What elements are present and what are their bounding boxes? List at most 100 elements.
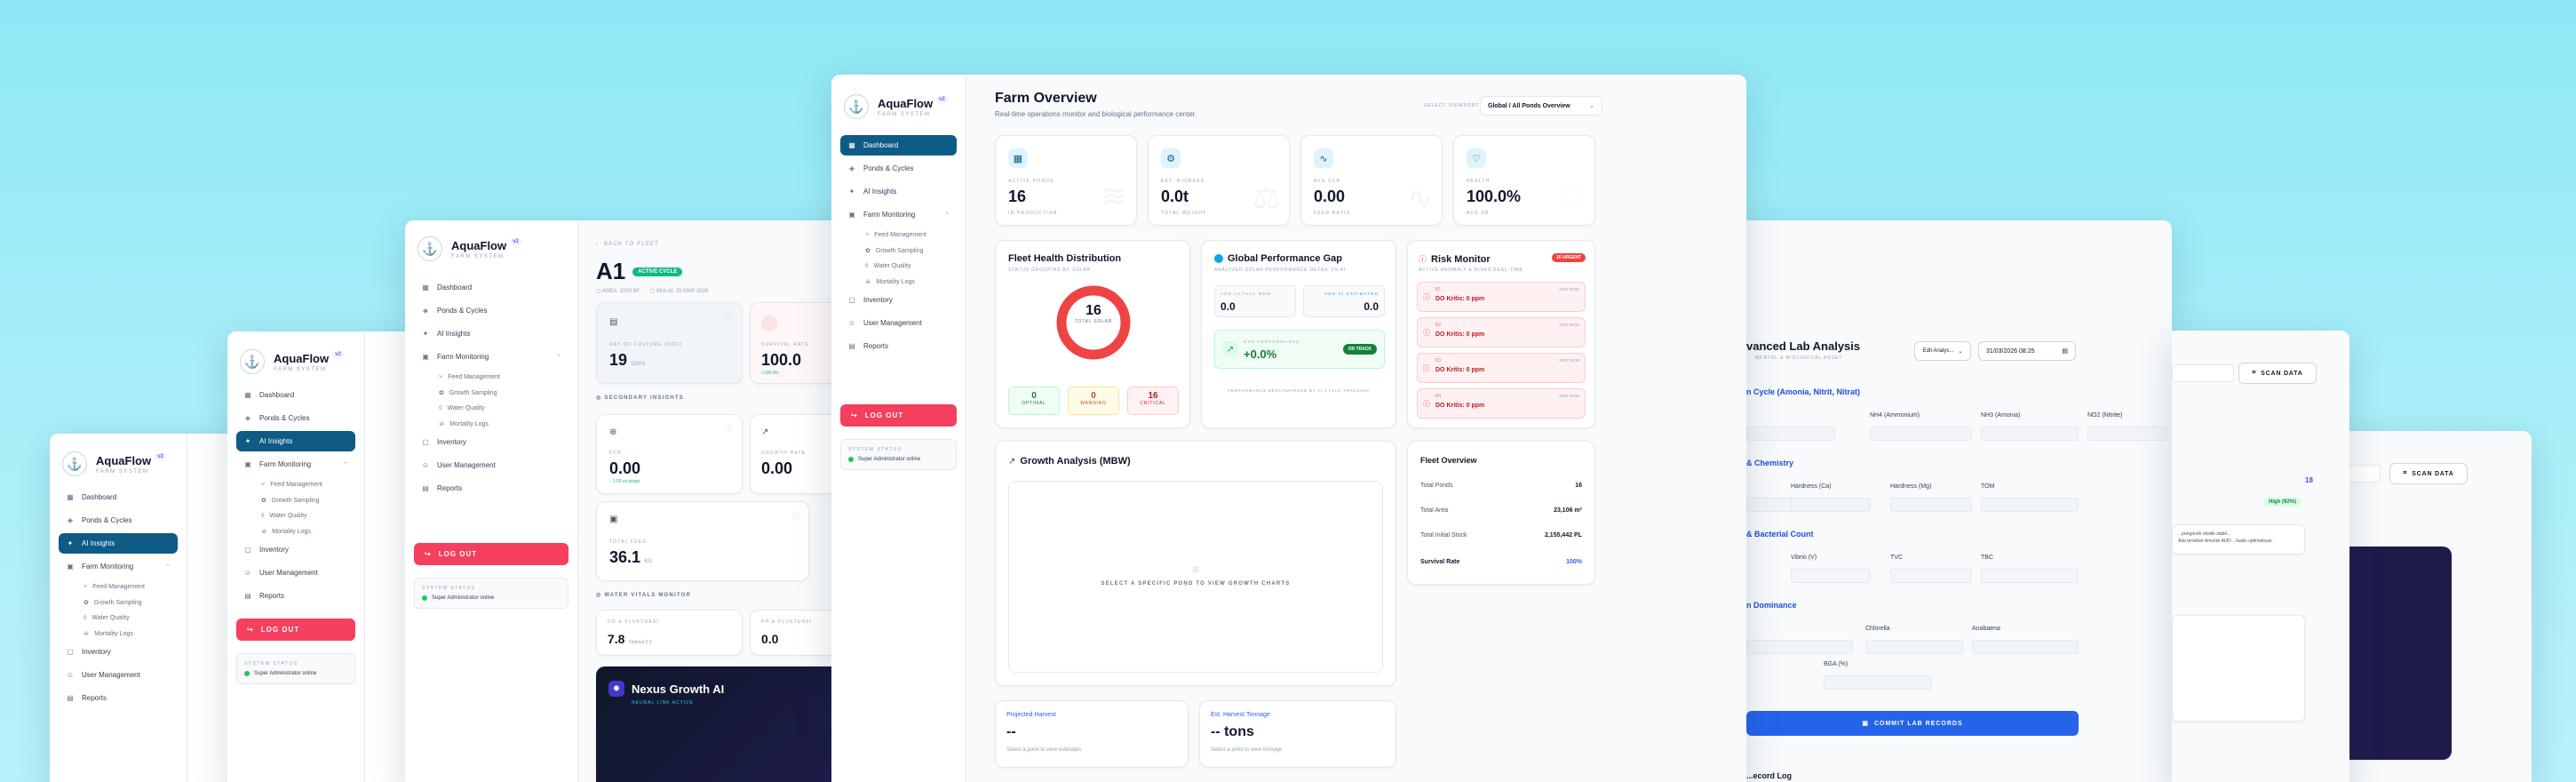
- logout-button[interactable]: ↪ LOG OUT: [414, 543, 568, 565]
- doc-card: ▤ ⓘ DAY OF CULTURE (DOC) 19 DAYS: [596, 302, 743, 384]
- online-dot-icon: [848, 457, 854, 462]
- tbc-input[interactable]: [1981, 569, 2079, 583]
- nav-growth[interactable]: ✿ Growth Sampling: [236, 492, 355, 508]
- select-field-mid[interactable]: [2172, 364, 2234, 382]
- nh3-input[interactable]: [1981, 427, 2079, 441]
- gap-ai: ADG AI ESTIMATED 0.0: [1303, 285, 1385, 317]
- nav-inventory[interactable]: ▢ Inventory: [59, 642, 178, 662]
- nav-farm-monitoring[interactable]: ▣ Farm Monitoring ⌃: [59, 556, 178, 577]
- hardness-mg-input[interactable]: [1890, 498, 1972, 512]
- nav-ai-insights[interactable]: ✦ AI Insights: [840, 181, 957, 202]
- nav-growth[interactable]: ✿ Growth Sampling: [59, 594, 178, 610]
- nav-users[interactable]: ☺ User Management: [414, 455, 568, 475]
- hardness-ca-input[interactable]: [1791, 498, 1871, 512]
- vibrio-input[interactable]: [1791, 569, 1871, 583]
- nav-mortality[interactable]: ☠ Mortality Logs: [414, 416, 568, 432]
- nav-water[interactable]: ◊ Water Quality: [414, 401, 568, 416]
- anabaena-input[interactable]: [1972, 640, 2079, 654]
- nav-water[interactable]: ◊ Water Quality: [59, 610, 178, 626]
- nav-reports[interactable]: ▤ Reports: [59, 688, 178, 708]
- risk-row[interactable]: ⓘ B1 DO Kritis: 0 ppm JUST NOW: [1417, 282, 1586, 312]
- sprout-icon: ✿: [865, 248, 871, 254]
- no2-input[interactable]: [2087, 427, 2167, 441]
- layers-icon: ◈: [244, 414, 251, 422]
- grid-icon: ▦: [67, 493, 74, 501]
- edit-analysis-select[interactable]: Edit Analys... ⌄: [1914, 341, 1971, 361]
- nav-farm-monitoring[interactable]: ▣ Farm Monitoring ⌃: [236, 454, 355, 475]
- logout-button[interactable]: ↪ LOG OUT: [840, 404, 957, 427]
- viewport-select[interactable]: Global / All Ponds Overview ⌄: [1480, 96, 1602, 116]
- nav-mortality[interactable]: ☠ Mortality Logs: [236, 523, 355, 539]
- nav-growth[interactable]: ✿ Growth Sampling: [414, 385, 568, 401]
- nav-users[interactable]: ☺ User Management: [59, 665, 178, 685]
- chlorella-label: Chlorella: [1865, 626, 1890, 632]
- nav-feed[interactable]: ⑂ Feed Management: [59, 579, 178, 594]
- back-to-fleet-link[interactable]: ‹ BACK TO FLEET: [596, 242, 659, 247]
- nav-mortality[interactable]: ☠ Mortality Logs: [840, 274, 957, 290]
- confidence-badge: High (92%): [2263, 498, 2302, 507]
- nav-ai-insights[interactable]: ✦ AI Insights: [59, 533, 178, 554]
- no2-label: NO2 (Nitrite): [2087, 412, 2123, 419]
- scan-data-button[interactable]: ⌗ SCAN DATA: [2389, 463, 2468, 484]
- nav-dashboard[interactable]: ▦ Dashboard: [59, 487, 178, 507]
- nav-ponds[interactable]: ◈ Ponds & Cycles: [414, 300, 568, 321]
- nav-reports[interactable]: ▤ Reports: [414, 478, 568, 499]
- monitor-icon: ▣: [422, 353, 429, 361]
- chlorella-input[interactable]: [1865, 640, 1963, 654]
- ai-empty-card: [2172, 615, 2305, 722]
- risk-row[interactable]: ⓘ B2 DO Kritis: 0 ppm JUST NOW: [1417, 317, 1586, 347]
- nav-ponds[interactable]: ◈ Ponds & Cycles: [236, 408, 355, 428]
- lab-field-3[interactable]: [1746, 640, 1853, 654]
- nh4-input[interactable]: [1870, 427, 1972, 441]
- scan-data-button-2[interactable]: ⌗ SCAN DATA: [2238, 363, 2317, 384]
- nav-water[interactable]: ◊ Water Quality: [840, 259, 957, 274]
- secondary-insights-header: ◎ SECONDARY INSIGHTS: [596, 395, 684, 401]
- nav-feed[interactable]: ⑂ Feed Management: [236, 477, 355, 492]
- nav-farm-monitoring[interactable]: ▣ Farm Monitoring ⌃: [414, 347, 568, 367]
- risk-row[interactable]: ⓘ B4 DO Kritis: 0 ppm JUST NOW: [1417, 388, 1586, 419]
- trend-up-icon: ↗: [1222, 341, 1238, 357]
- nav-dashboard[interactable]: ▦ Dashboard: [236, 385, 355, 405]
- calendar-icon: ▤: [609, 317, 618, 327]
- bga-input[interactable]: [1824, 675, 1932, 690]
- nav-dashboard[interactable]: ▦ Dashboard: [840, 135, 957, 156]
- nav-farm-monitoring[interactable]: ▣ Farm Monitoring ⌃: [840, 204, 957, 225]
- tvc-input[interactable]: [1890, 569, 1972, 583]
- donut-center-value: 16: [1085, 303, 1101, 318]
- nav-users[interactable]: ☺ User Management: [236, 563, 355, 583]
- layers-icon: ◈: [67, 516, 74, 524]
- nav-ai-insights[interactable]: ✦ AI Insights: [414, 323, 568, 344]
- nav-mortality[interactable]: ☠ Mortality Logs: [59, 626, 178, 642]
- date-input[interactable]: 31/03/2026 08:25 ▤: [1978, 341, 2076, 361]
- risk-row[interactable]: ⓘ B3 DO Kritis: 0 ppm JUST NOW: [1417, 353, 1586, 383]
- page-subtitle: Real-time operations monitor and biologi…: [995, 110, 1197, 118]
- nav-ponds[interactable]: ◈ Ponds & Cycles: [840, 158, 957, 179]
- nav-feed[interactable]: ⑂ Feed Management: [840, 227, 957, 243]
- nav-ai-insights[interactable]: ✦ AI Insights: [236, 431, 355, 451]
- nav-inventory[interactable]: ▢ Inventory: [414, 432, 568, 452]
- heartbeat-icon: ♡: [1467, 148, 1486, 168]
- nav-growth[interactable]: ✿ Growth Sampling: [840, 243, 957, 259]
- bga-label: BGA (%): [1824, 661, 1849, 667]
- logout-button[interactable]: ↪ LOG OUT: [236, 618, 355, 641]
- nav-inventory[interactable]: ▢ Inventory: [840, 290, 957, 310]
- fleet-row-stock: Total Initial Stock 2,155,442 PL: [1420, 532, 1582, 539]
- file-icon: ▤: [848, 342, 855, 350]
- box-optimal: 0 OPTIMAL: [1008, 387, 1060, 415]
- nav-ponds[interactable]: ◈ Ponds & Cycles: [59, 510, 178, 531]
- commit-lab-records-button[interactable]: ▣ COMMIT LAB RECORDS: [1746, 711, 2079, 736]
- lab-field-1[interactable]: [1746, 427, 1835, 441]
- nav-feed[interactable]: ⑂ Feed Management: [414, 370, 568, 385]
- drop-icon: ◊: [83, 615, 87, 621]
- chevron-up-icon: ⌃: [556, 354, 561, 361]
- layers-icon: ◈: [848, 164, 855, 172]
- nav-inventory[interactable]: ▢ Inventory: [236, 539, 355, 560]
- nav-dashboard[interactable]: ▦ Dashboard: [414, 277, 568, 298]
- nav-water[interactable]: ◊ Water Quality: [236, 508, 355, 523]
- tom-input[interactable]: [1981, 498, 2079, 512]
- nav-users[interactable]: ☺ User Management: [840, 313, 957, 333]
- scan-icon: ⌗: [2403, 470, 2408, 476]
- nav-reports[interactable]: ▤ Reports: [840, 336, 957, 356]
- drop-icon: ◊: [261, 513, 265, 519]
- nav-reports[interactable]: ▤ Reports: [236, 586, 355, 606]
